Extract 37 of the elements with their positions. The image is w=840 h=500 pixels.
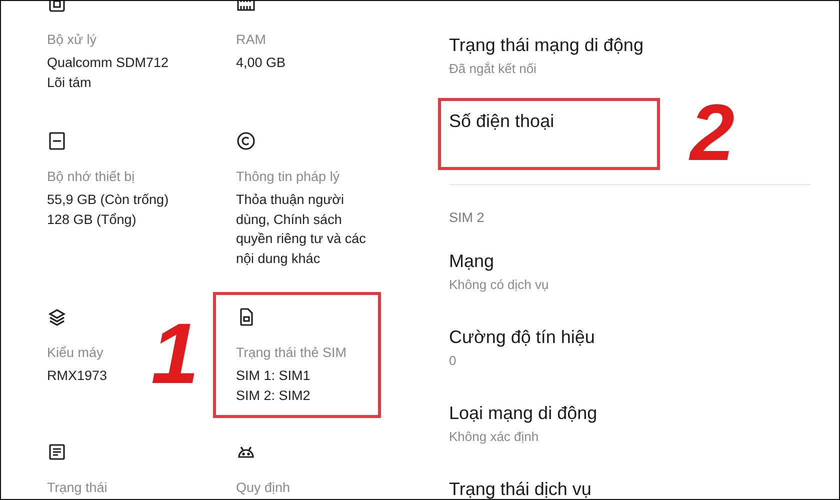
info-label: RAM	[236, 31, 266, 49]
info-value: Thỏa thuận người	[236, 191, 344, 209]
section-header: SIM 2	[449, 209, 484, 227]
layers-icon	[47, 307, 67, 327]
step-number: 2	[690, 93, 734, 173]
info-value: SIM 2: SIM2	[236, 386, 310, 404]
info-label: Bộ xử lý	[47, 31, 97, 49]
info-value: RMX1973	[47, 367, 108, 385]
setting-title: Cường độ tín hiệu	[449, 326, 595, 349]
setting-title: Trạng thái dịch vụ	[449, 478, 592, 499]
info-value: SIM 1: SIM1	[236, 367, 310, 385]
info-label: Quy định	[236, 479, 290, 497]
info-value: quyền riêng tư và các	[236, 230, 366, 248]
setting-title: Mạng	[449, 250, 494, 273]
info-value: Qualcomm SDM712	[47, 54, 169, 72]
step-number: 1	[151, 311, 199, 397]
info-label: Bộ nhớ thiết bị	[47, 168, 135, 186]
setting-value: Không có dịch vụ	[449, 276, 549, 294]
storage-icon	[47, 131, 67, 151]
info-value: 4,00 GB	[236, 54, 286, 72]
info-label: Trạng thái	[47, 479, 108, 497]
info-value: 55,9 GB (Còn trống)	[47, 191, 169, 209]
setting-value: Không xác định	[449, 428, 539, 446]
setting-title: Loại mạng di động	[449, 402, 598, 425]
setting-title: Số điện thoại	[449, 110, 554, 133]
info-value: Lõi tám	[47, 74, 92, 92]
info-label: Trạng thái thẻ SIM	[236, 344, 347, 362]
document-icon	[47, 442, 67, 462]
setting-title: Trạng thái mạng di động	[449, 34, 644, 57]
copyright-icon	[236, 131, 256, 151]
info-value: 128 GB (Tổng)	[47, 210, 136, 229]
info-label: Thông tin pháp lý	[236, 168, 340, 186]
info-value: dùng, Chính sách	[236, 210, 342, 229]
info-value: nội dung khác	[236, 250, 320, 268]
info-label: Kiểu máy	[47, 344, 104, 362]
setting-value: Đã ngắt kết nối	[449, 60, 536, 78]
setting-value: 0	[449, 352, 456, 370]
